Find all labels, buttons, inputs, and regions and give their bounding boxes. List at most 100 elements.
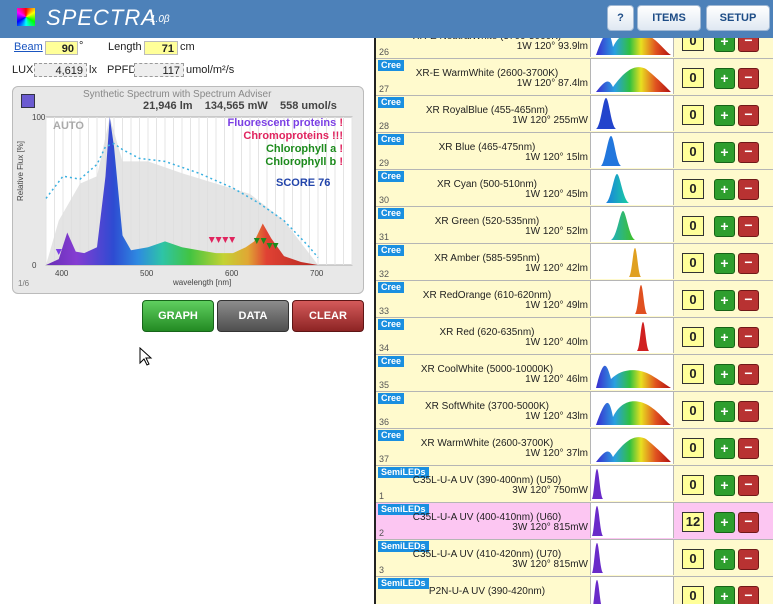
quantity-field[interactable]: 0 bbox=[682, 549, 704, 569]
quantity-field[interactable]: 0 bbox=[682, 216, 704, 236]
item-spec: 1W 120° 45lm bbox=[525, 189, 588, 200]
quantity-field[interactable]: 0 bbox=[682, 475, 704, 495]
add-button[interactable]: + bbox=[714, 401, 735, 422]
remove-button[interactable]: − bbox=[738, 327, 759, 348]
quantity-field[interactable]: 0 bbox=[682, 586, 704, 604]
led-item-row: Cree 33 XR RedOrange (610-620nm) 1W 120° 49… bbox=[376, 281, 773, 318]
spectrum-thumbnail-curve bbox=[635, 285, 647, 314]
remove-button[interactable]: − bbox=[738, 142, 759, 163]
quantity-field[interactable]: 0 bbox=[682, 38, 704, 51]
remove-button[interactable]: − bbox=[738, 475, 759, 496]
spectrum-thumbnail bbox=[590, 244, 674, 279]
remove-button[interactable]: − bbox=[738, 179, 759, 200]
beam-input[interactable]: 90 bbox=[45, 41, 78, 55]
add-button[interactable]: + bbox=[714, 549, 735, 570]
ppfd-unit: umol/m²/s bbox=[186, 64, 235, 76]
remove-button[interactable]: − bbox=[738, 586, 759, 604]
item-spec: 1W 120° 49lm bbox=[525, 300, 588, 311]
remove-button[interactable]: − bbox=[738, 105, 759, 126]
length-unit: cm bbox=[180, 41, 195, 53]
x-tick-label: 600 bbox=[225, 269, 239, 278]
item-spec: 1W 120° 93.9lm bbox=[516, 41, 588, 52]
add-button[interactable]: + bbox=[714, 327, 735, 348]
remove-button[interactable]: − bbox=[738, 401, 759, 422]
x-tick-label: 700 bbox=[310, 269, 324, 278]
spectrum-thumbnail-curve bbox=[611, 211, 635, 240]
remove-button[interactable]: − bbox=[738, 290, 759, 311]
data-button[interactable]: DATA bbox=[217, 300, 289, 332]
add-button[interactable]: + bbox=[714, 216, 735, 237]
add-button[interactable]: + bbox=[714, 475, 735, 496]
item-index: 2 bbox=[379, 528, 385, 538]
add-button[interactable]: + bbox=[714, 105, 735, 126]
add-button[interactable]: + bbox=[714, 38, 735, 52]
led-item-row: Cree 28 XR RoyalBlue (455-465nm) 1W 120° 25… bbox=[376, 96, 773, 133]
remove-button[interactable]: − bbox=[738, 512, 759, 533]
ppfd-value: 117 bbox=[134, 63, 184, 77]
spectrum-thumbnail bbox=[590, 133, 674, 168]
quantity-field[interactable]: 0 bbox=[682, 142, 704, 162]
remove-button[interactable]: − bbox=[738, 68, 759, 89]
item-spec: 1W 120° 87.4lm bbox=[516, 78, 588, 89]
spectrum-thumbnail-curve bbox=[592, 506, 603, 536]
add-button[interactable]: + bbox=[714, 438, 735, 459]
adviser-chlorophyll-a: Chlorophyll a bbox=[265, 143, 337, 155]
auto-label[interactable]: AUTO bbox=[53, 120, 84, 132]
quantity-field[interactable]: 0 bbox=[682, 253, 704, 273]
graph-button[interactable]: GRAPH bbox=[142, 300, 214, 332]
item-index: 29 bbox=[379, 158, 390, 168]
beam-unit: ° bbox=[79, 40, 84, 52]
app-header: SPECTRA 1.0β ? ITEMS SETUP bbox=[0, 0, 773, 38]
quantity-field[interactable]: 0 bbox=[682, 438, 704, 458]
remove-button[interactable]: − bbox=[738, 216, 759, 237]
add-button[interactable]: + bbox=[714, 512, 735, 533]
quantity-field[interactable]: 0 bbox=[682, 364, 704, 384]
adviser-chlorophyll-b: Chlorophyll b bbox=[265, 156, 337, 168]
remove-button[interactable]: − bbox=[738, 438, 759, 459]
add-button[interactable]: + bbox=[714, 253, 735, 274]
add-button[interactable]: + bbox=[714, 290, 735, 311]
remove-button[interactable]: − bbox=[738, 38, 759, 52]
spectrum-thumbnail bbox=[590, 392, 674, 427]
remove-button[interactable]: − bbox=[738, 253, 759, 274]
add-button[interactable]: + bbox=[714, 364, 735, 385]
adviser-chromoproteins: Chromoproteins bbox=[243, 130, 329, 142]
item-spec: 1W 120° 40lm bbox=[525, 337, 588, 348]
add-button[interactable]: + bbox=[714, 142, 735, 163]
led-item-row: SemiLEDs P2N-U-A UV (390-420nm) 0 + − bbox=[376, 577, 773, 604]
beam-link[interactable]: Beam bbox=[14, 41, 43, 53]
setup-button[interactable]: SETUP bbox=[706, 5, 770, 31]
clear-button[interactable]: CLEAR bbox=[292, 300, 364, 332]
spectrum-thumbnail bbox=[590, 355, 674, 390]
length-input[interactable]: 71 bbox=[144, 41, 178, 55]
items-button[interactable]: ITEMS bbox=[637, 5, 701, 31]
item-spec: 1W 120° 255mW bbox=[512, 115, 588, 126]
quantity-field[interactable]: 0 bbox=[682, 401, 704, 421]
quantity-field[interactable]: 0 bbox=[682, 290, 704, 310]
remove-button[interactable]: − bbox=[738, 549, 759, 570]
add-button[interactable]: + bbox=[714, 179, 735, 200]
led-item-list: 26XR-E NeutralWhite (3700-5000K)1W 120° … bbox=[374, 38, 773, 604]
quantity-field[interactable]: 0 bbox=[682, 105, 704, 125]
item-spec: 1W 120° 52lm bbox=[525, 226, 588, 237]
spectrum-thumbnail-curve bbox=[596, 365, 671, 388]
item-spec: 1W 120° 43lm bbox=[525, 411, 588, 422]
help-button[interactable]: ? bbox=[607, 5, 634, 31]
quantity-field[interactable]: 0 bbox=[682, 179, 704, 199]
spectrum-thumbnail-curve bbox=[606, 174, 629, 203]
quantity-field[interactable]: 0 bbox=[682, 68, 704, 88]
add-button[interactable]: + bbox=[714, 586, 735, 604]
item-index: 31 bbox=[379, 232, 390, 242]
quantity-field[interactable]: 0 bbox=[682, 327, 704, 347]
y-axis-label: Relative Flux [%] bbox=[16, 141, 25, 201]
spectrum-thumbnail bbox=[590, 540, 674, 575]
remove-button[interactable]: − bbox=[738, 364, 759, 385]
item-index: 28 bbox=[379, 121, 390, 131]
led-item-row: Cree 31 XR Green (520-535nm) 1W 120° 52lm 0 +… bbox=[376, 207, 773, 244]
add-button[interactable]: + bbox=[714, 68, 735, 89]
quantity-field[interactable]: 12 bbox=[682, 512, 704, 532]
spectrum-thumbnail bbox=[590, 503, 674, 538]
led-item-row: SemiLEDs 2 C35L-U-A UV (400-410nm) (U60) 3W… bbox=[376, 503, 773, 540]
spectrum-thumbnail bbox=[590, 281, 674, 316]
app-title: SPECTRA bbox=[46, 5, 157, 30]
